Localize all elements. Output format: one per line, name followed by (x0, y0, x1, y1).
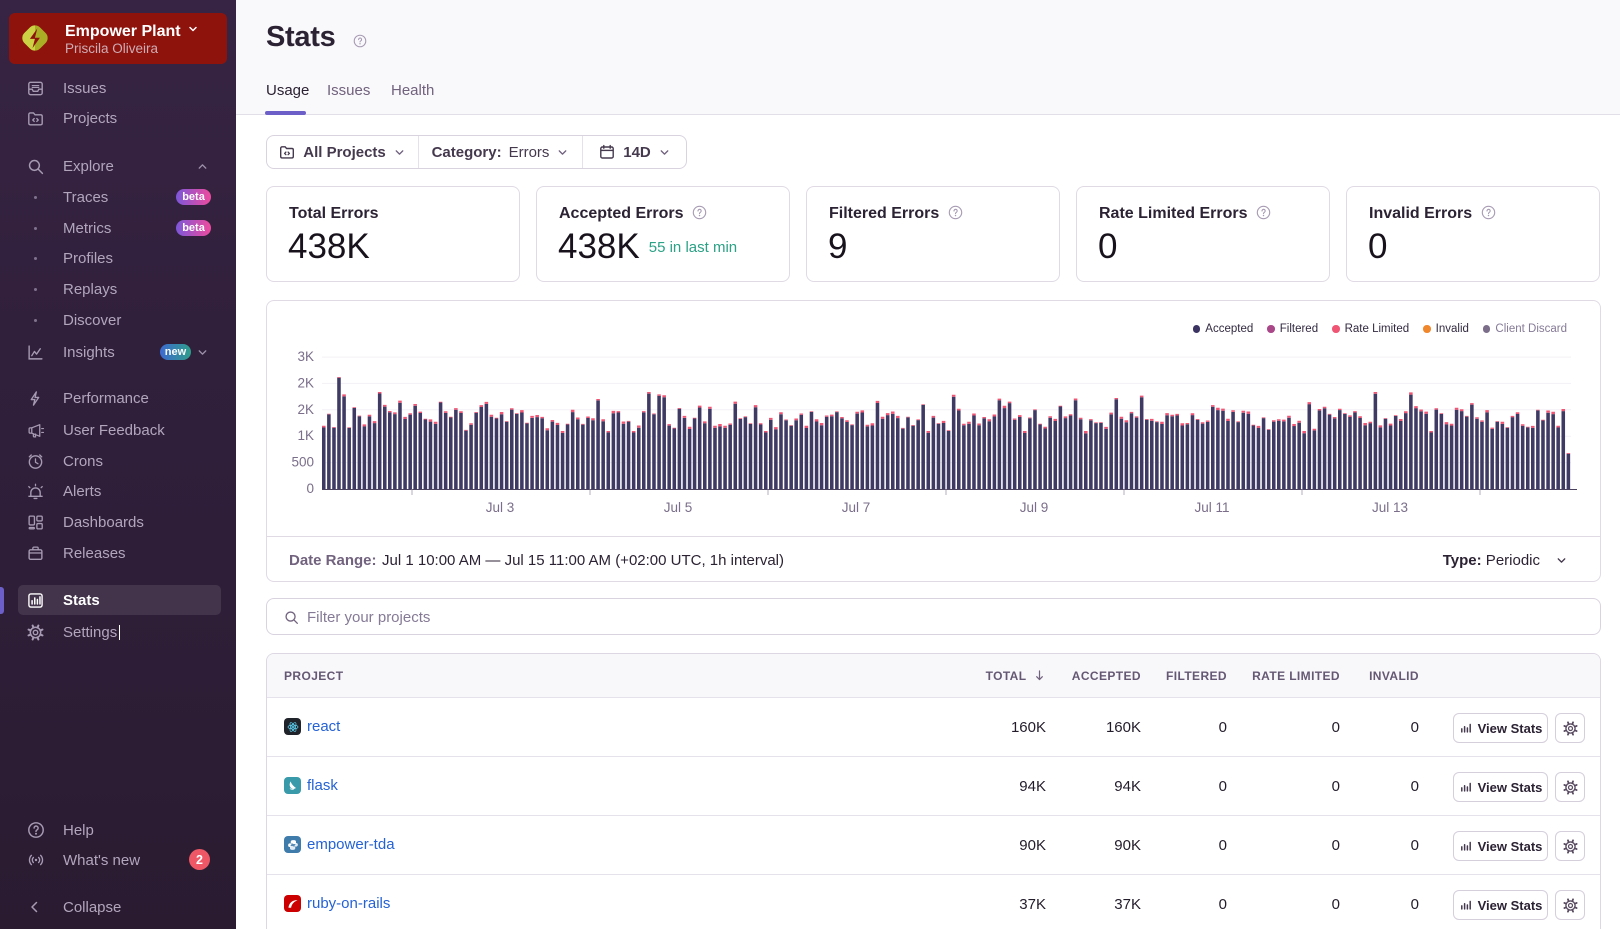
svg-text:Jul 9: Jul 9 (1020, 500, 1049, 515)
svg-text:Jul 5: Jul 5 (664, 500, 693, 515)
svg-text:Jul 11: Jul 11 (1194, 500, 1229, 515)
svg-text:3K: 3K (297, 349, 314, 364)
svg-text:1K: 1K (297, 428, 314, 443)
svg-text:Jul 7: Jul 7 (842, 500, 871, 515)
svg-text:500: 500 (291, 455, 314, 470)
svg-text:Jul 3: Jul 3 (486, 500, 515, 515)
svg-text:2K: 2K (297, 375, 314, 390)
svg-text:Jul 13: Jul 13 (1372, 500, 1408, 515)
svg-text:2K: 2K (297, 402, 314, 417)
svg-text:0: 0 (306, 481, 314, 496)
